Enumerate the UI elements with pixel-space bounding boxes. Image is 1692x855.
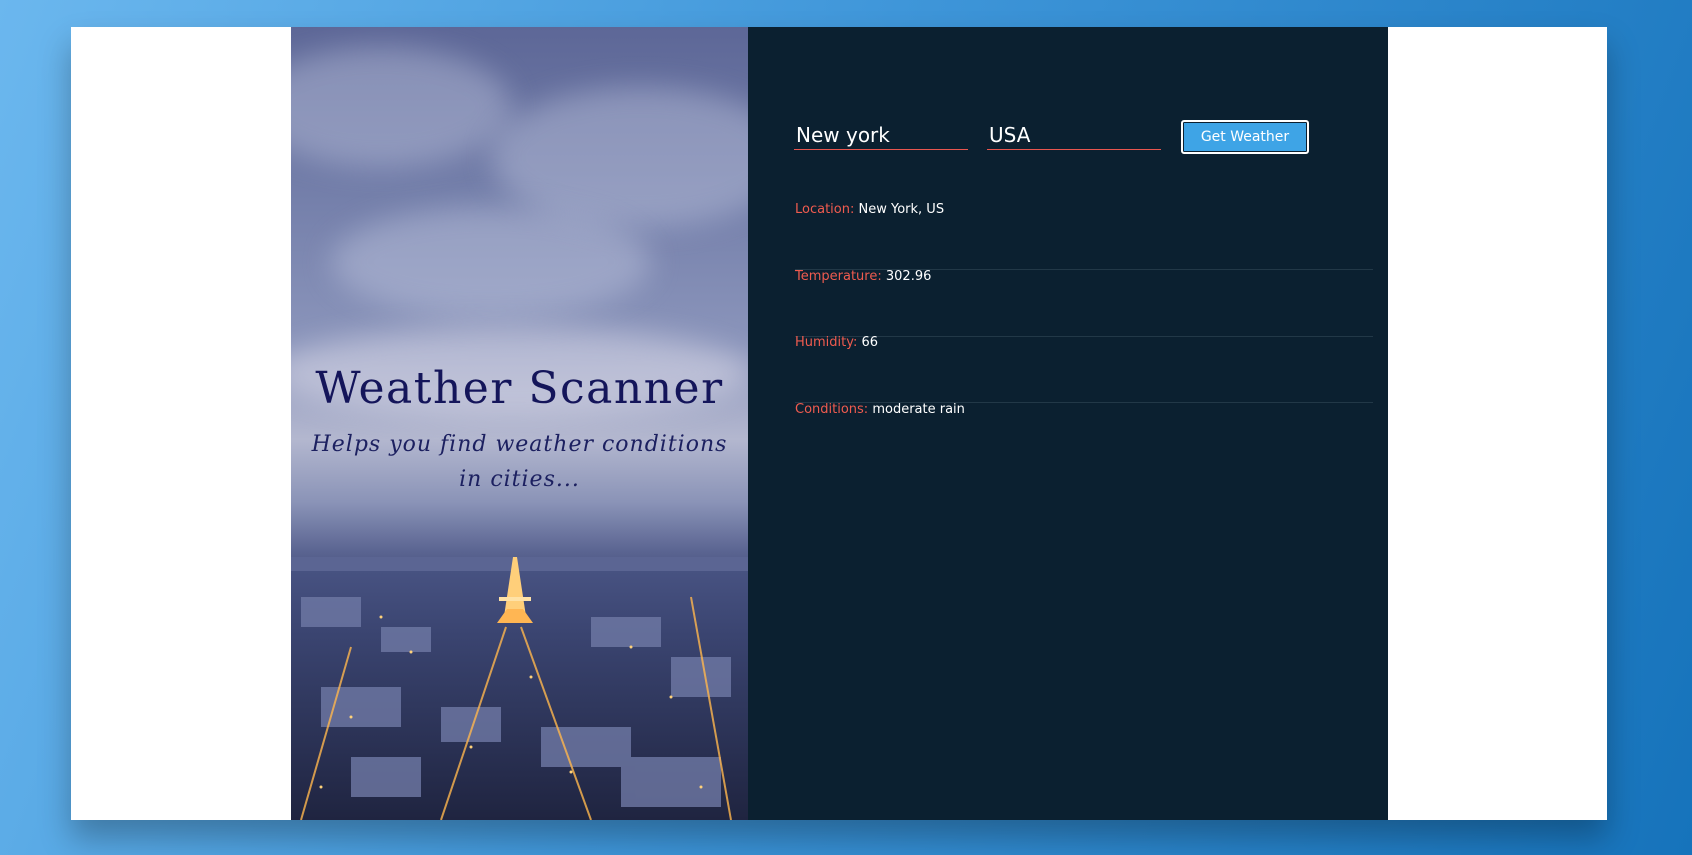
paris-cityscape-illustration bbox=[291, 557, 748, 820]
cloud-shape bbox=[291, 47, 511, 167]
hero-image-panel: Weather Scanner Helps you find weather c… bbox=[291, 27, 748, 820]
result-value: moderate rain bbox=[872, 402, 965, 417]
cloud-shape bbox=[491, 87, 748, 227]
app-subtitle: Helps you find weather conditions in cit… bbox=[311, 432, 728, 492]
cloud-shape bbox=[331, 207, 651, 317]
result-row-humidity: Humidity: 66 bbox=[795, 335, 1373, 403]
result-row-temperature: Temperature: 302.96 bbox=[795, 269, 1373, 337]
result-label: Conditions: bbox=[795, 402, 869, 417]
result-label: Humidity: bbox=[795, 335, 858, 350]
result-value: 66 bbox=[861, 335, 879, 350]
weather-panel: Get Weather Location: New York, US Tempe… bbox=[748, 27, 1388, 820]
result-row-conditions: Conditions: moderate rain bbox=[795, 402, 1373, 469]
result-label: Location: bbox=[795, 202, 855, 217]
city-input[interactable] bbox=[794, 120, 968, 150]
result-value: New York, US bbox=[858, 202, 945, 217]
result-row-location: Location: New York, US bbox=[795, 202, 1373, 270]
get-weather-button[interactable]: Get Weather bbox=[1181, 120, 1309, 154]
result-value: 302.96 bbox=[885, 269, 932, 284]
result-label: Temperature: bbox=[795, 269, 882, 284]
country-input[interactable] bbox=[987, 120, 1161, 150]
app-title: Weather Scanner bbox=[315, 363, 724, 414]
app-card: Weather Scanner Helps you find weather c… bbox=[71, 27, 1607, 820]
